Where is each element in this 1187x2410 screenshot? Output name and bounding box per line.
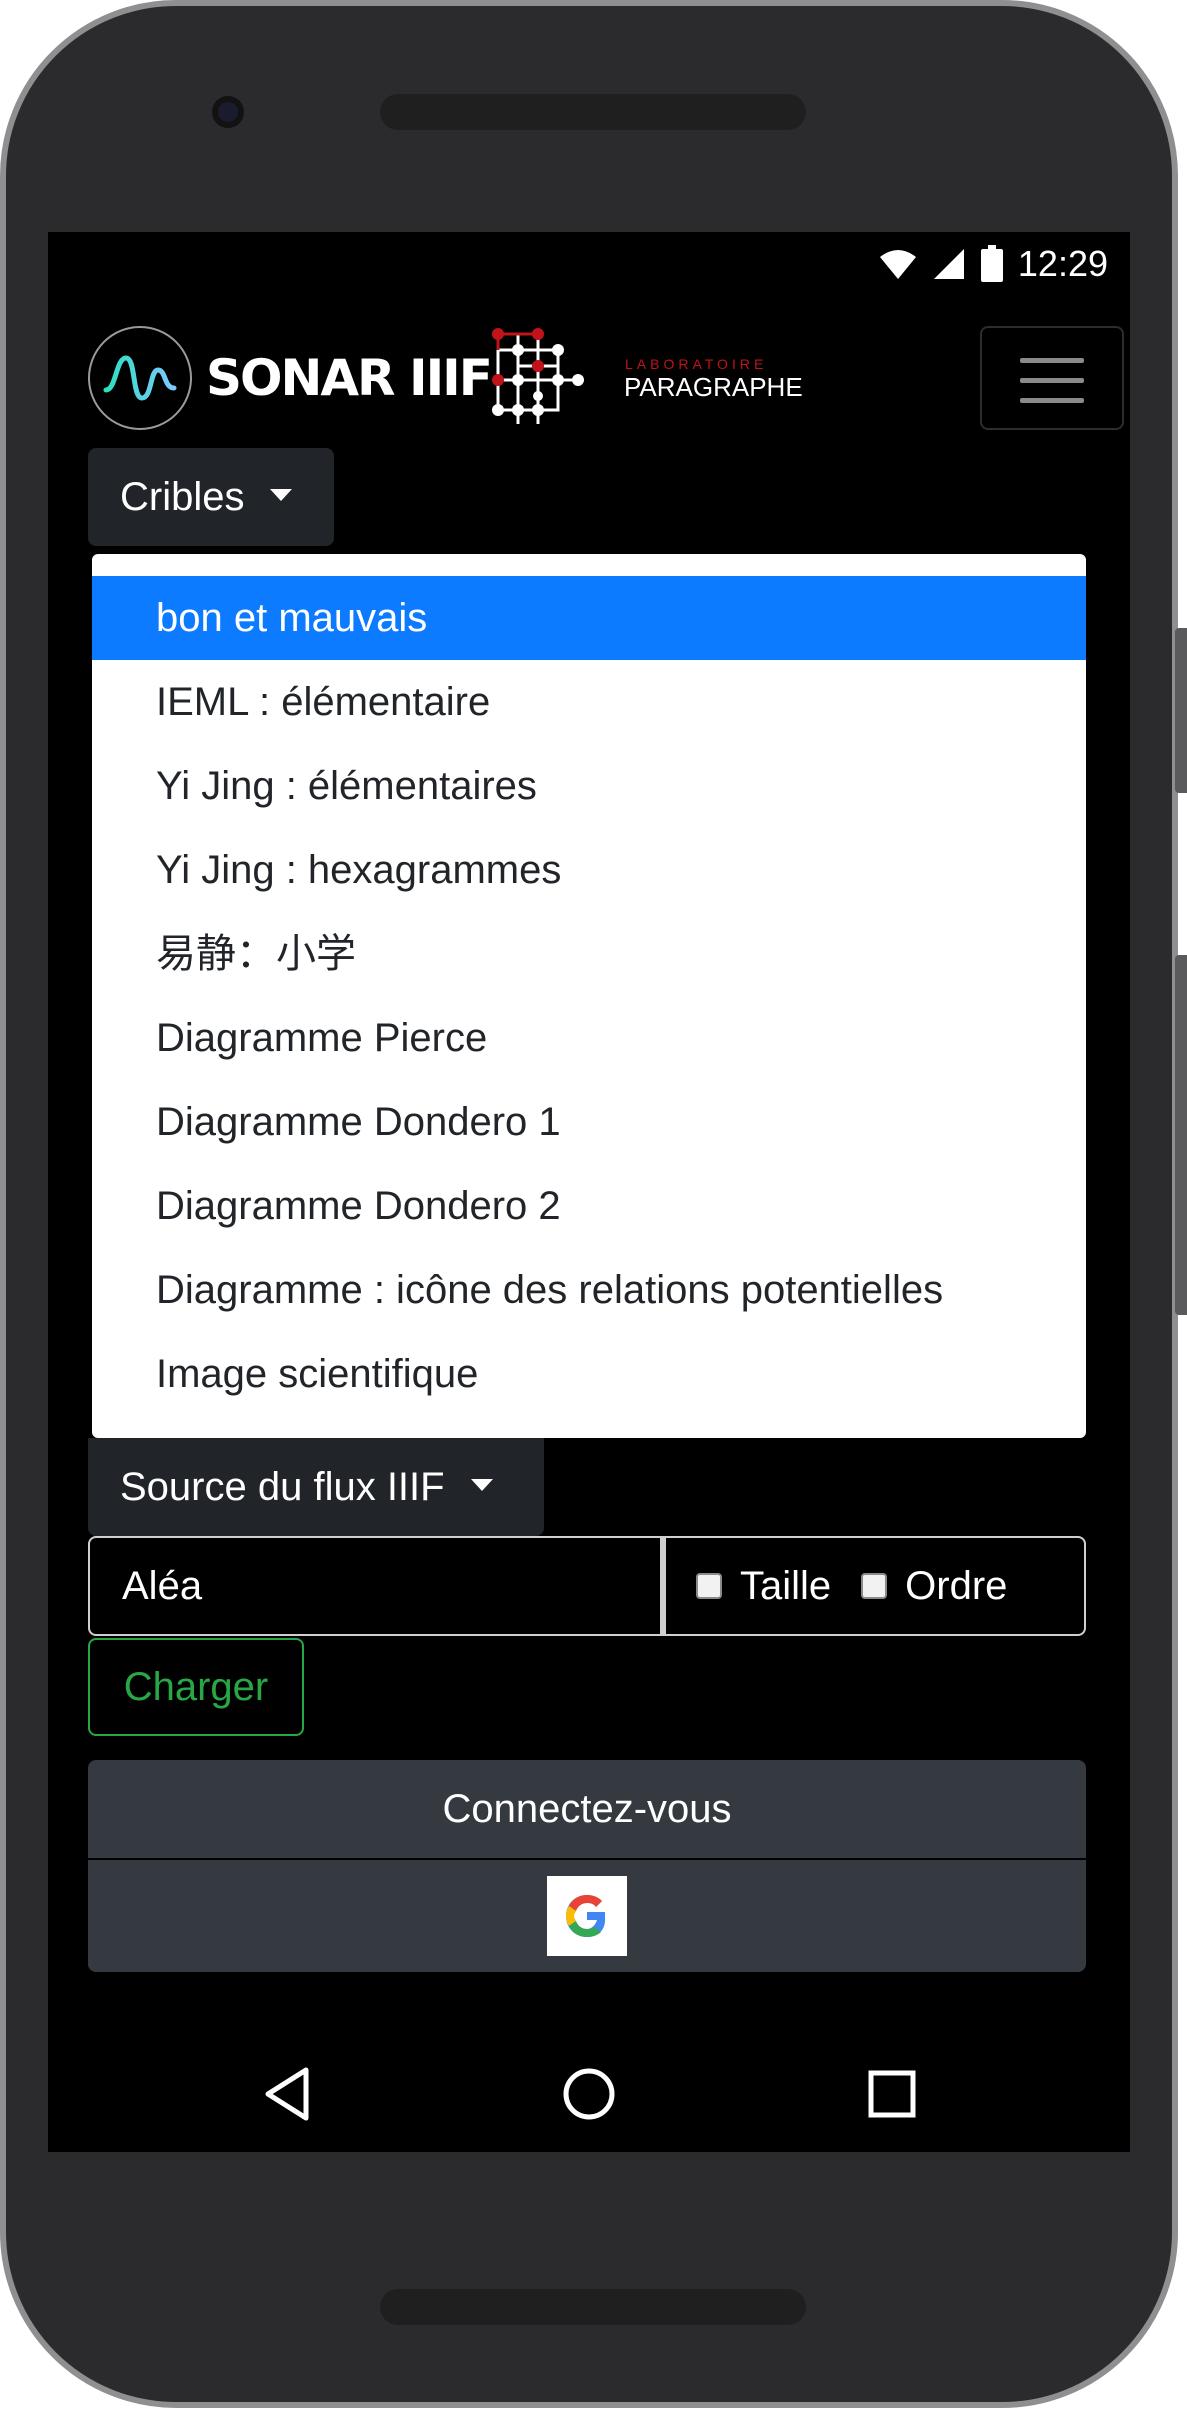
dropdown-item[interactable]: 易静：小学 — [92, 912, 1086, 996]
paragraphe-logo-icon — [492, 328, 584, 424]
load-button[interactable]: Charger — [88, 1638, 304, 1736]
hamburger-line — [1020, 378, 1084, 383]
dropdown-item[interactable]: Yi Jing : hexagrammes — [92, 828, 1086, 912]
filter-options: Taille Ordre — [662, 1536, 1086, 1636]
android-nav-bar — [48, 2032, 1130, 2152]
front-camera — [212, 96, 244, 128]
source-dropdown-button[interactable]: Source du flux IIIF — [88, 1438, 544, 1536]
status-time: 12:29 — [1017, 243, 1108, 284]
dropdown-item[interactable]: Diagramme Pierce — [92, 996, 1086, 1080]
volume-button — [1175, 955, 1187, 1315]
home-icon[interactable] — [561, 2066, 617, 2122]
source-label: Source du flux IIIF — [120, 1464, 445, 1509]
lab-subtitle: LABORATOIRE — [625, 356, 768, 372]
google-login-button[interactable] — [88, 1860, 1086, 1972]
order-checkbox[interactable] — [861, 1573, 888, 1599]
dropdown-item[interactable]: Diagramme Dondero 2 — [92, 1164, 1086, 1248]
dropdown-item[interactable]: IEML : élémentaire — [92, 660, 1086, 744]
bottom-speaker — [380, 2289, 806, 2325]
caret-down-icon — [470, 1479, 493, 1491]
size-checkbox[interactable] — [696, 1573, 722, 1599]
hamburger-line — [1020, 358, 1084, 363]
brand-name[interactable]: SONAR IIIF — [206, 346, 493, 410]
cell-signal-icon — [933, 249, 964, 279]
battery-icon — [980, 245, 1003, 282]
random-input[interactable]: Aléa — [88, 1536, 662, 1636]
lab-title: PARAGRAPHE — [624, 372, 803, 402]
cribles-dropdown-button[interactable]: Cribles — [88, 448, 334, 546]
dropdown-item[interactable]: Image scientifique — [92, 1332, 1086, 1416]
dropdown-item[interactable]: Diagramme : icône des relations potentie… — [92, 1248, 1086, 1332]
caret-down-icon — [270, 489, 293, 501]
hamburger-line — [1020, 398, 1084, 403]
power-button — [1175, 628, 1187, 793]
dropdown-item[interactable]: Yi Jing : élémentaires — [92, 744, 1086, 828]
back-icon[interactable] — [262, 2066, 312, 2122]
hamburger-menu-button[interactable] — [980, 326, 1124, 430]
size-label: Taille — [740, 1563, 832, 1608]
status-bar: 12:29 — [48, 232, 1130, 294]
login-label: Connectez-vous — [442, 1787, 732, 1831]
order-label: Ordre — [905, 1563, 1008, 1608]
dropdown-item[interactable]: Diagramme Dondero 1 — [92, 1080, 1086, 1164]
wifi-icon — [879, 250, 916, 279]
recents-icon[interactable] — [868, 2070, 916, 2118]
google-icon — [547, 1876, 627, 1956]
dropdown-item[interactable]: bon et mauvais — [92, 576, 1086, 660]
cribles-label: Cribles — [120, 474, 245, 519]
cribles-dropdown-menu: bon et mauvais IEML : élémentaire Yi Jing … — [92, 554, 1086, 1438]
filter-input-group: Aléa Taille Ordre — [88, 1536, 1086, 1636]
sonar-logo-icon[interactable] — [88, 326, 192, 430]
screen: 12:29 SONAR IIIF LABORATOIRE PARAGRAPHE … — [48, 232, 1130, 2152]
login-button[interactable]: Connectez-vous — [88, 1760, 1086, 1858]
earpiece-speaker — [380, 94, 806, 130]
navbar: SONAR IIIF LABORATOIRE PARAGRAPHE — [88, 326, 1124, 436]
